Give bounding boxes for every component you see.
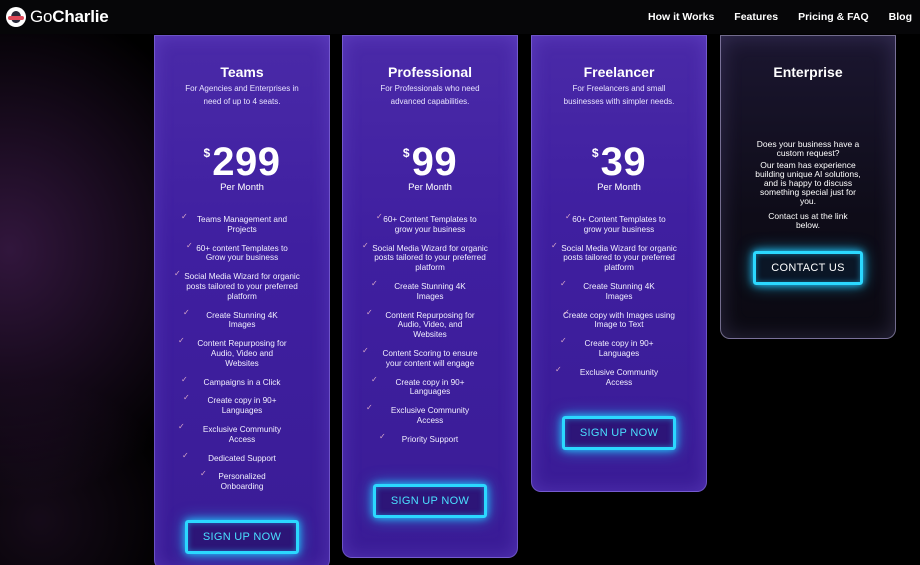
price-amount: 39 xyxy=(600,140,647,184)
sign-up-button-teams[interactable]: SIGN UP NOW xyxy=(185,520,299,554)
feature-item: ✓ Exclusive Community Access xyxy=(366,403,470,425)
feature-item: ✓ Priority Support xyxy=(379,431,459,444)
enterprise-question: Does your business have a custom request… xyxy=(756,139,860,158)
check-icon: ✓ xyxy=(186,240,193,250)
check-icon: ✓ xyxy=(183,307,190,317)
feature-item: ✓ Social Media Wizard for organic posts t… xyxy=(174,269,300,301)
check-icon: ✓ xyxy=(366,307,373,317)
plan-card-professional: Professional For Professionals who need … xyxy=(342,35,518,558)
brand-name: GoCharlie xyxy=(30,7,109,26)
feature-item: ✓ 60+ Content Templates to grow your busi… xyxy=(376,212,477,234)
price-amount: 299 xyxy=(212,140,281,184)
check-icon: ✓ xyxy=(376,212,383,221)
sign-up-button-professional[interactable]: SIGN UP NOW xyxy=(373,484,487,518)
nav-link-how-it-works[interactable]: How it Works xyxy=(648,11,714,23)
contact-us-button[interactable]: CONTACT US xyxy=(753,251,863,285)
check-icon: ✓ xyxy=(563,307,570,317)
check-icon: ✓ xyxy=(560,278,567,288)
feature-item: ✓ Create Stunning 4K Images xyxy=(560,278,655,301)
currency-symbol: $ xyxy=(402,146,410,160)
feature-item: ✓ Personalized Onboarding xyxy=(200,469,266,492)
robot-face-icon xyxy=(6,7,26,27)
price-period: Per Month xyxy=(408,182,452,193)
price-period: Per Month xyxy=(220,182,264,193)
plan-subtitle: For Professionals who need advanced capa… xyxy=(380,84,480,106)
check-icon: ✓ xyxy=(366,403,373,413)
top-navbar: GoCharlie How it Works Features Pricing … xyxy=(0,0,920,34)
feature-list: ✓ 60+ Content Templates to grow your busi… xyxy=(343,212,517,445)
plan-card-teams: Teams For Agencies and Enterprises in ne… xyxy=(154,35,330,565)
check-icon: ✓ xyxy=(371,374,378,384)
check-icon: ✓ xyxy=(560,336,567,346)
check-icon: ✓ xyxy=(178,336,185,346)
check-icon: ✓ xyxy=(182,450,189,460)
feature-item: ✓ Exclusive Community Access xyxy=(555,364,659,387)
plan-title: Teams xyxy=(220,64,264,80)
feature-item: ✓ Create copy in 90+ Languages xyxy=(183,393,277,416)
plan-title: Freelancer xyxy=(583,64,655,80)
check-icon: ✓ xyxy=(181,212,188,221)
feature-item: ✓ Create copy in 90+ Languages xyxy=(371,374,465,397)
nav-link-blog[interactable]: Blog xyxy=(889,11,912,23)
feature-list: ✓ 60+ Content Templates to grow your busi… xyxy=(532,212,706,387)
check-icon: ✓ xyxy=(174,269,181,279)
check-icon: ✓ xyxy=(551,240,558,250)
nav-links: How it Works Features Pricing & FAQ Blog xyxy=(648,11,912,23)
feature-item: ✓ 60+ content Templates to Grow your busi… xyxy=(186,240,288,263)
enterprise-contact-note: Contact us at the link below. xyxy=(768,211,848,230)
check-icon: ✓ xyxy=(200,469,207,479)
feature-item: ✓ Create Stunning 4K Images xyxy=(371,278,466,301)
feature-item: ✓ Create copy with Images using Image to … xyxy=(563,307,675,330)
feature-item: ✓ Content Repurposing for Audio, Video, a… xyxy=(366,307,475,340)
feature-list: ✓ Teams Management and Projects ✓ 60+ cont… xyxy=(155,212,329,492)
feature-item: ✓ Social Media Wizard for organic posts t… xyxy=(362,240,488,273)
check-icon: ✓ xyxy=(362,240,369,250)
check-icon: ✓ xyxy=(371,278,378,288)
check-icon: ✓ xyxy=(565,212,572,221)
feature-item: ✓ Create copy in 90+ Languages xyxy=(560,336,654,358)
nav-link-pricing-faq[interactable]: Pricing & FAQ xyxy=(798,11,869,23)
plan-card-freelancer: Freelancer For Freelancers and small bus… xyxy=(531,35,707,492)
price-period: Per Month xyxy=(597,182,641,193)
price-amount: 99 xyxy=(411,140,458,184)
brand-logo[interactable]: GoCharlie xyxy=(6,7,109,27)
plan-card-enterprise: Enterprise Does your business have a cus… xyxy=(720,35,896,339)
feature-item: ✓ Content Scoring to ensure your content … xyxy=(362,345,478,368)
check-icon: ✓ xyxy=(362,345,369,355)
check-icon: ✓ xyxy=(181,374,188,384)
plan-price: $ 99 xyxy=(343,142,517,182)
feature-item: ✓ Teams Management and Projects xyxy=(181,212,288,234)
sign-up-button-freelancer[interactable]: SIGN UP NOW xyxy=(562,416,676,450)
plan-title: Enterprise xyxy=(773,64,843,80)
check-icon: ✓ xyxy=(178,421,185,431)
check-icon: ✓ xyxy=(555,364,562,374)
plan-title: Professional xyxy=(387,64,473,80)
plan-price: $ 39 xyxy=(532,142,706,182)
enterprise-description: Our team has experience building unique … xyxy=(755,160,861,206)
feature-item: ✓ Content Repurposing for Audio, Video an… xyxy=(178,336,287,368)
plan-subtitle: For Agencies and Enterprises in need of … xyxy=(185,84,299,106)
check-icon: ✓ xyxy=(379,431,386,441)
nav-link-features[interactable]: Features xyxy=(734,11,778,23)
currency-symbol: $ xyxy=(591,146,599,160)
plan-price: $ 299 xyxy=(155,142,329,182)
feature-item: ✓ Create Stunning 4K Images xyxy=(183,307,278,330)
feature-item: ✓ 60+ Content Templates to grow your busi… xyxy=(565,212,666,234)
feature-item: ✓ Dedicated Support xyxy=(182,450,276,463)
feature-item: ✓ Campaigns in a Click xyxy=(181,374,281,387)
currency-symbol: $ xyxy=(203,146,211,160)
feature-item: ✓ Social Media Wizard for organic posts t… xyxy=(551,240,677,273)
check-icon: ✓ xyxy=(183,393,190,403)
plan-subtitle: For Freelancers and small businesses wit… xyxy=(563,84,675,106)
feature-item: ✓ Exclusive Community Access xyxy=(178,421,282,444)
